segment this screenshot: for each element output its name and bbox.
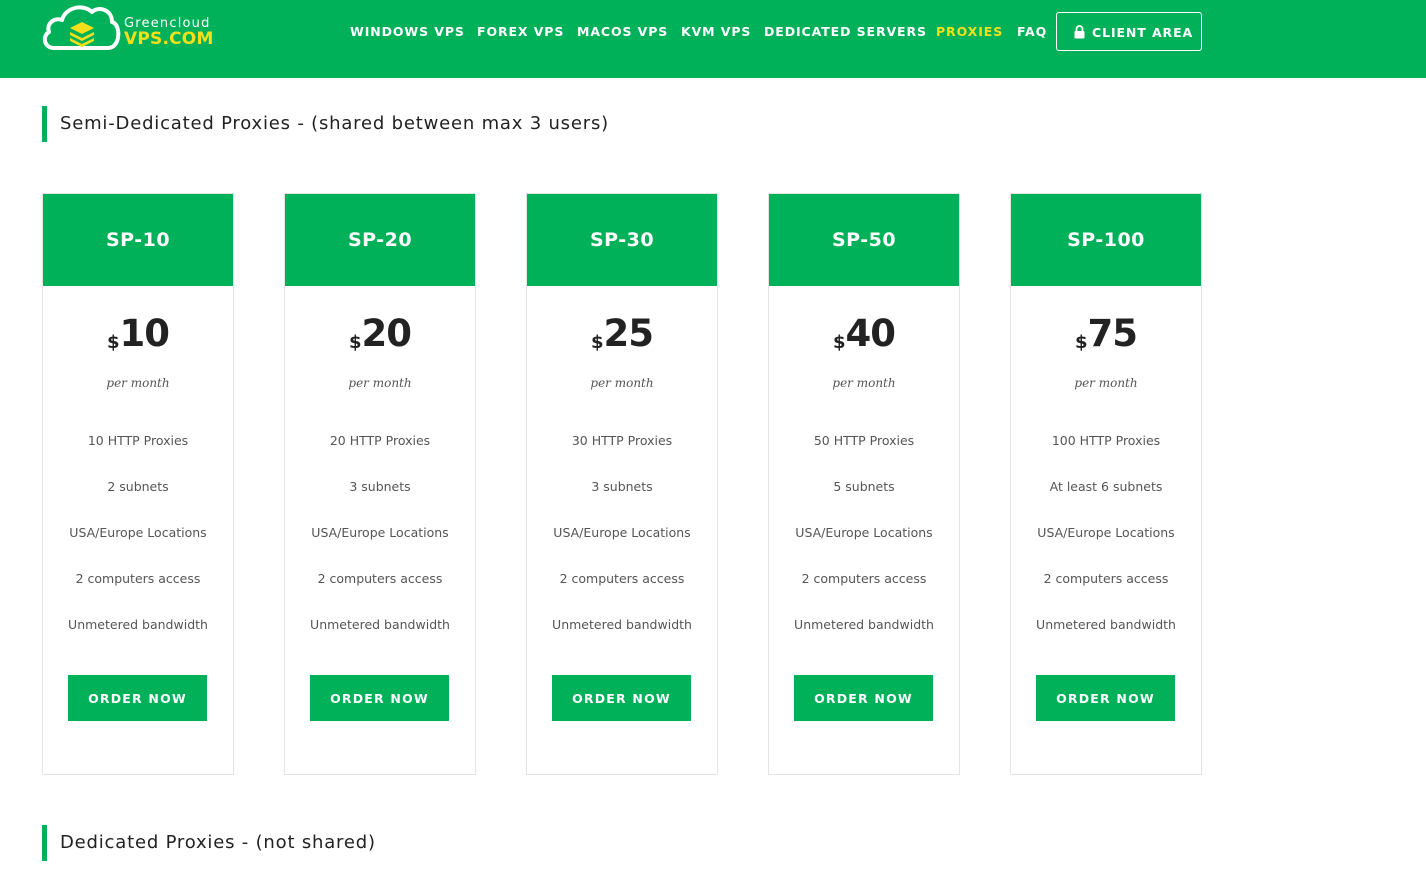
feature-bandwidth: Unmetered bandwidth — [1036, 617, 1176, 632]
order-now-label: ORDER NOW — [814, 691, 913, 706]
plan-header: SP-10 — [43, 194, 233, 286]
cloud-logo-icon — [42, 5, 121, 50]
feature-proxies: 100 HTTP Proxies — [1051, 433, 1161, 448]
plan-price: $10 — [43, 312, 233, 355]
plan-price: $25 — [527, 312, 717, 355]
feature-bandwidth: Unmetered bandwidth — [310, 617, 450, 632]
order-now-label: ORDER NOW — [330, 691, 429, 706]
logo-text-big: VPS.COM — [124, 29, 214, 49]
price-period: per month — [1074, 376, 1138, 390]
section-title-dedicated: Dedicated Proxies - (not shared) — [42, 825, 375, 861]
feature-subnets: 3 subnets — [591, 479, 653, 494]
feature-proxies: 20 HTTP Proxies — [329, 433, 431, 448]
nav-proxies[interactable]: PROXIES — [936, 24, 1003, 39]
price-amount: 20 — [361, 312, 412, 355]
price-period: per month — [106, 376, 170, 390]
nav-macos-vps[interactable]: MACOS VPS — [577, 24, 668, 39]
feature-computers: 2 computers access — [801, 571, 927, 586]
order-now-button[interactable]: ORDER NOW — [1036, 675, 1175, 721]
nav-kvm-vps[interactable]: KVM VPS — [681, 24, 751, 39]
price-currency: $ — [348, 332, 362, 353]
section-title-text: Semi-Dedicated Proxies - (shared between… — [60, 113, 609, 134]
nav-forex-vps[interactable]: FOREX VPS — [477, 24, 564, 39]
price-period: per month — [832, 376, 896, 390]
feature-subnets: 2 subnets — [107, 479, 169, 494]
feature-subnets: 3 subnets — [349, 479, 411, 494]
order-now-button[interactable]: ORDER NOW — [794, 675, 933, 721]
plan-header: SP-20 — [285, 194, 475, 286]
price-amount: 25 — [603, 312, 654, 355]
plan-name: SP-100 — [1067, 229, 1145, 251]
feature-locations: USA/Europe Locations — [795, 525, 933, 540]
order-now-label: ORDER NOW — [88, 691, 187, 706]
feature-bandwidth: Unmetered bandwidth — [794, 617, 934, 632]
plan-header: SP-30 — [527, 194, 717, 286]
plan-name: SP-10 — [105, 229, 171, 251]
order-now-label: ORDER NOW — [1056, 691, 1155, 706]
feature-bandwidth: Unmetered bandwidth — [68, 617, 208, 632]
section-title-semi-dedicated: Semi-Dedicated Proxies - (shared between… — [42, 106, 608, 142]
plan-card-sp-10: SP-10 $10 per month 10 HTTP Proxies 2 su… — [42, 193, 234, 775]
plan-name: SP-50 — [831, 229, 897, 251]
feature-bandwidth: Unmetered bandwidth — [552, 617, 692, 632]
client-area-button[interactable]: CLIENT AREA — [1056, 12, 1202, 51]
feature-computers: 2 computers access — [559, 571, 685, 586]
nav-dedicated-servers[interactable]: DEDICATED SERVERS — [764, 24, 927, 39]
feature-computers: 2 computers access — [1043, 571, 1169, 586]
price-period: per month — [348, 376, 412, 390]
plan-price: $75 — [1011, 312, 1201, 355]
plan-header: SP-100 — [1011, 194, 1201, 286]
feature-computers: 2 computers access — [75, 571, 201, 586]
price-amount: 10 — [119, 312, 170, 355]
plan-name: SP-20 — [347, 229, 413, 251]
order-now-button[interactable]: ORDER NOW — [310, 675, 449, 721]
lock-icon — [1074, 25, 1085, 39]
nav-faq[interactable]: FAQ — [1017, 24, 1047, 39]
plan-header: SP-50 — [769, 194, 959, 286]
price-currency: $ — [1074, 332, 1088, 353]
price-currency: $ — [832, 332, 846, 353]
feature-locations: USA/Europe Locations — [1037, 525, 1175, 540]
price-currency: $ — [106, 332, 120, 353]
price-amount: 40 — [845, 312, 896, 355]
feature-proxies: 10 HTTP Proxies — [87, 433, 189, 448]
plan-card-sp-100: SP-100 $75 per month 100 HTTP Proxies At… — [1010, 193, 1202, 775]
logo[interactable]: Greencloud VPS.COM — [40, 0, 220, 56]
feature-subnets: At least 6 subnets — [1049, 479, 1163, 494]
feature-locations: USA/Europe Locations — [69, 525, 207, 540]
feature-locations: USA/Europe Locations — [553, 525, 691, 540]
plan-price: $40 — [769, 312, 959, 355]
feature-subnets: 5 subnets — [833, 479, 895, 494]
feature-proxies: 50 HTTP Proxies — [813, 433, 915, 448]
order-now-button[interactable]: ORDER NOW — [68, 675, 207, 721]
plan-price: $20 — [285, 312, 475, 355]
client-area-label: CLIENT AREA — [1092, 25, 1194, 40]
plan-card-sp-20: SP-20 $20 per month 20 HTTP Proxies 3 su… — [284, 193, 476, 775]
plan-name: SP-30 — [589, 229, 655, 251]
plan-card-sp-30: SP-30 $25 per month 30 HTTP Proxies 3 su… — [526, 193, 718, 775]
feature-proxies: 30 HTTP Proxies — [571, 433, 673, 448]
order-now-label: ORDER NOW — [572, 691, 671, 706]
feature-computers: 2 computers access — [317, 571, 443, 586]
order-now-button[interactable]: ORDER NOW — [552, 675, 691, 721]
section-title-text: Dedicated Proxies - (not shared) — [60, 832, 376, 853]
feature-locations: USA/Europe Locations — [311, 525, 449, 540]
top-header: Greencloud VPS.COM WINDOWS VPS FOREX VPS… — [0, 0, 1426, 78]
price-currency: $ — [590, 332, 604, 353]
price-amount: 75 — [1087, 312, 1138, 355]
nav-windows-vps[interactable]: WINDOWS VPS — [350, 24, 465, 39]
plan-card-sp-50: SP-50 $40 per month 50 HTTP Proxies 5 su… — [768, 193, 960, 775]
price-period: per month — [590, 376, 654, 390]
